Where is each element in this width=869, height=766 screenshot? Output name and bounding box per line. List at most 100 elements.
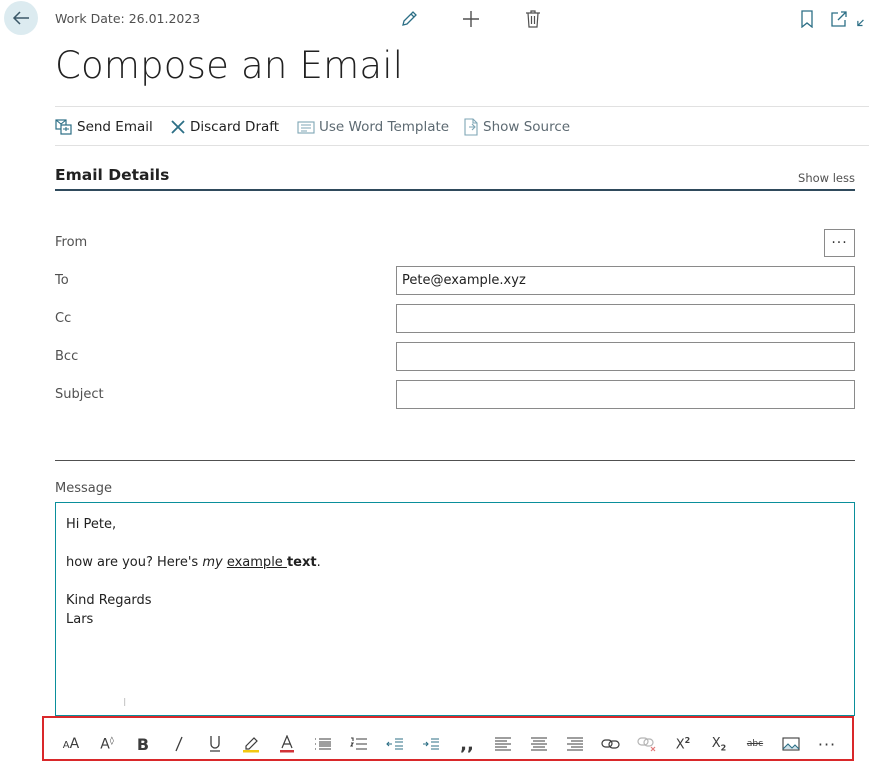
bold-button[interactable]: B [131, 729, 155, 759]
decrease-indent-icon [386, 738, 403, 750]
closing-line: Kind Regards [66, 593, 152, 608]
insert-image-button[interactable] [779, 729, 803, 759]
from-options-button[interactable]: ··· [824, 229, 855, 257]
edit-button[interactable] [398, 8, 420, 30]
align-left-button[interactable] [491, 729, 515, 759]
action-bar-bottom-divider [55, 145, 869, 146]
arrow-left-icon [12, 11, 29, 25]
align-left-icon [495, 737, 511, 751]
remove-link-button[interactable] [635, 729, 659, 759]
highlight-button[interactable] [239, 729, 263, 759]
collapse-button[interactable] [856, 8, 869, 30]
font-size-icon: AA [62, 736, 80, 752]
document-source-icon [464, 118, 478, 136]
align-center-icon [531, 737, 547, 751]
underlined-text: example [226, 555, 287, 570]
strikethrough-button[interactable]: abc [743, 729, 767, 759]
decrease-indent-button[interactable] [383, 729, 407, 759]
cc-input[interactable] [396, 304, 855, 333]
message-label: Message [55, 481, 112, 496]
increase-indent-icon [423, 738, 439, 750]
bookmark-button[interactable] [796, 8, 818, 30]
bcc-input[interactable] [396, 342, 855, 371]
grow-font-button[interactable]: A◊ [95, 729, 119, 759]
use-word-template-button[interactable]: Use Word Template [297, 117, 449, 137]
align-right-icon [567, 737, 583, 751]
font-color-button[interactable] [275, 729, 299, 759]
bcc-label: Bcc [55, 349, 79, 364]
highlight-icon [243, 737, 259, 753]
italic-button[interactable] [167, 729, 191, 759]
body-line: how are you? Here's my example text. [66, 553, 844, 572]
new-button[interactable] [460, 8, 482, 30]
numbered-list-button[interactable] [347, 729, 371, 759]
show-source-button[interactable]: Show Source [463, 117, 570, 137]
delete-button[interactable] [522, 8, 544, 30]
from-label: From [55, 235, 88, 250]
pencil-icon [402, 11, 417, 26]
numbered-list-icon [350, 737, 367, 750]
cc-label: Cc [55, 311, 72, 326]
discard-draft-label: Discard Draft [190, 119, 280, 135]
use-word-template-label: Use Word Template [319, 119, 450, 135]
align-right-button[interactable] [563, 729, 587, 759]
section-underline [55, 189, 855, 191]
text-cursor-icon: Ι [123, 696, 127, 709]
subscript-button[interactable]: X2 [707, 729, 731, 759]
discard-draft-button[interactable]: Discard Draft [170, 117, 279, 137]
bullet-list-button[interactable] [311, 729, 335, 759]
open-in-new-window-icon [831, 11, 847, 27]
align-center-button[interactable] [527, 729, 551, 759]
to-label: To [55, 273, 69, 288]
ellipsis-icon: ··· [831, 235, 848, 251]
image-icon [782, 737, 800, 751]
unlink-icon [637, 737, 656, 752]
increase-indent-button[interactable] [419, 729, 443, 759]
open-new-window-button[interactable] [828, 8, 850, 30]
superscript-icon: X2 [675, 735, 691, 753]
signature-line: Lars [66, 612, 94, 627]
greeting-line: Hi Pete, [66, 517, 117, 532]
word-template-icon [297, 121, 315, 134]
underline-icon [210, 736, 220, 752]
plus-icon [463, 11, 479, 27]
quote-icon: ,, [460, 733, 474, 755]
send-email-button[interactable]: Send Email [55, 117, 153, 137]
message-divider [55, 460, 855, 461]
collapse-icon [857, 19, 864, 27]
action-bar-top-divider [55, 106, 869, 107]
subscript-icon: X2 [711, 735, 727, 753]
quote-button[interactable]: ,, [455, 729, 479, 759]
font-grow-icon: A◊ [100, 735, 114, 753]
insert-link-button[interactable] [599, 729, 623, 759]
trash-icon [526, 10, 540, 28]
subject-label: Subject [55, 387, 104, 402]
message-editor[interactable]: Hi Pete, how are you? Here's my example … [55, 502, 855, 716]
italic-icon [175, 736, 183, 752]
superscript-button[interactable]: X2 [671, 729, 695, 759]
body-text-end: . [316, 555, 321, 570]
bold-text: text [286, 555, 317, 570]
to-input[interactable]: Pete@example.xyz [396, 266, 855, 295]
more-icon: ··· [817, 734, 837, 754]
email-details-heading: Email Details [55, 166, 170, 184]
formatting-toolbar: AA A◊ B ,, X2 X2 abc ··· [55, 729, 855, 759]
send-email-icon [55, 119, 72, 135]
body-text-start: how are you? Here's [66, 555, 203, 570]
subject-input[interactable] [396, 380, 855, 409]
bookmark-icon [801, 10, 813, 28]
work-date: Work Date: 26.01.2023 [55, 11, 201, 26]
font-size-button[interactable]: AA [59, 729, 83, 759]
link-icon [601, 739, 620, 749]
send-email-label: Send Email [77, 119, 153, 135]
page-title: Compose an Email [55, 44, 404, 87]
underline-button[interactable] [203, 729, 227, 759]
bold-icon: B [136, 734, 150, 754]
show-source-label: Show Source [483, 119, 571, 135]
close-icon [171, 120, 185, 134]
more-options-button[interactable]: ··· [815, 729, 839, 759]
strikethrough-icon: abc [746, 739, 764, 749]
bullet-list-icon [315, 738, 331, 750]
show-less-link[interactable]: Show less [798, 171, 855, 185]
back-button[interactable] [4, 1, 38, 35]
